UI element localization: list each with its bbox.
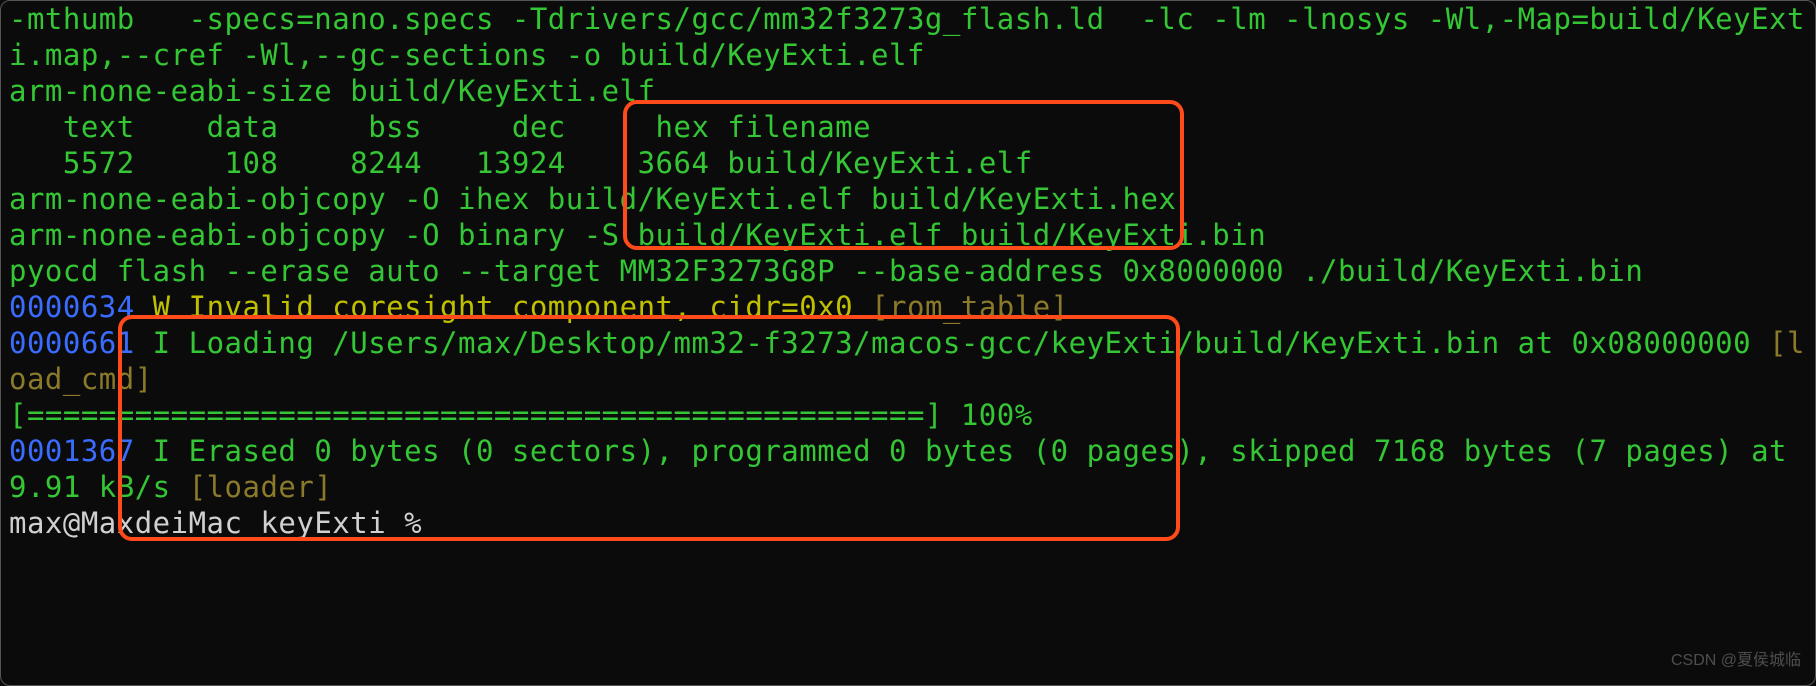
size-header: text data bss dec hex filename: [9, 110, 871, 144]
log-level-info: I: [135, 326, 189, 360]
log-level-info: I: [135, 434, 189, 468]
log-timestamp: 0000661: [9, 326, 135, 360]
progress-bar: [=======================================…: [9, 398, 1033, 432]
output-line: -mthumb -specs=nano.specs -Tdrivers/gcc/…: [9, 2, 1805, 72]
log-message: Invalid coresight component, cidr=0x0: [189, 290, 871, 324]
watermark-text: CSDN @夏侯城临: [1671, 643, 1801, 679]
output-line: arm-none-eabi-objcopy -O ihex build/KeyE…: [9, 182, 1176, 216]
output-line: arm-none-eabi-objcopy -O binary -S build…: [9, 218, 1266, 252]
output-line: pyocd flash --erase auto --target MM32F3…: [9, 254, 1643, 288]
prompt-user-host: max@MaxdeiMac: [9, 506, 260, 540]
size-values: 5572 108 8244 13924 3664 build/KeyExti.e…: [9, 146, 1033, 180]
log-level-warn: W: [135, 290, 189, 324]
log-source-tag: [rom_table]: [871, 290, 1069, 324]
output-line: arm-none-eabi-size build/KeyExti.elf: [9, 74, 656, 108]
prompt-cwd: keyExti: [260, 506, 386, 540]
log-timestamp: 0001367: [9, 434, 135, 468]
terminal-window[interactable]: -mthumb -specs=nano.specs -Tdrivers/gcc/…: [0, 0, 1816, 686]
terminal-output: -mthumb -specs=nano.specs -Tdrivers/gcc/…: [9, 1, 1807, 541]
log-source-tag: [loader]: [189, 470, 333, 504]
prompt-symbol: %: [386, 506, 440, 540]
log-message: Loading /Users/max/Desktop/mm32-f3273/ma…: [189, 326, 1769, 360]
log-timestamp: 0000634: [9, 290, 135, 324]
